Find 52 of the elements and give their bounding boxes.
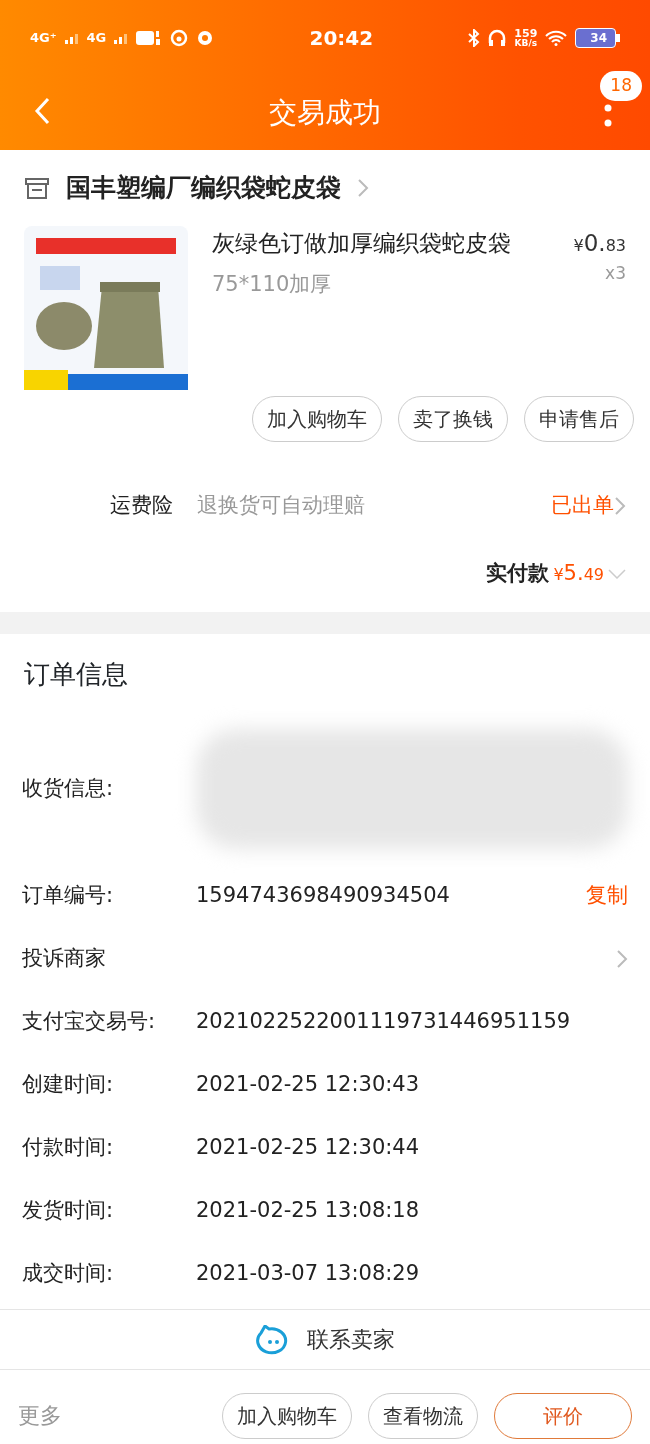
insurance-description: 退换货可自动理赔: [197, 492, 366, 520]
speed-unit: KB/s: [514, 38, 538, 48]
section-title: 订单信息: [24, 657, 128, 691]
paid-label: 实付款: [486, 560, 550, 588]
product-spec: 75*110加厚: [212, 270, 333, 298]
field-label: 支付宝交易号:: [22, 1007, 157, 1035]
field-label: 成交时间:: [22, 1259, 115, 1287]
network-indicator: 4G⁺: [30, 28, 57, 47]
paid-amount: ¥5.49: [553, 560, 604, 588]
battery-tip-icon: [616, 33, 620, 42]
chevron-right-icon[interactable]: [357, 178, 369, 198]
shop-name[interactable]: 国丰塑编厂编织袋蛇皮袋: [66, 169, 341, 207]
field-label: 发货时间:: [22, 1196, 115, 1224]
headphones-icon: [488, 28, 507, 47]
field-value: 2021-02-25 12:30:43: [196, 1070, 421, 1098]
field-label: 收货信息:: [22, 775, 115, 803]
bluetooth-icon: [468, 28, 481, 47]
signal-icon: [114, 31, 129, 44]
hd-icon: [136, 29, 163, 46]
insurance-label: 运费险: [110, 492, 173, 520]
network-indicator: 4G: [86, 28, 107, 47]
chevron-right-icon[interactable]: [614, 496, 626, 516]
field-label[interactable]: 投诉商家: [22, 942, 196, 975]
page-title: 交易成功: [269, 94, 381, 131]
contact-seller-link[interactable]: 联系卖家: [307, 1323, 395, 1356]
field-label: 付款时间:: [22, 1133, 115, 1161]
action-button[interactable]: 申请售后: [524, 396, 634, 442]
product-price: ¥0.83: [573, 229, 626, 258]
chevron-down-icon[interactable]: [608, 569, 626, 579]
signal-icon: [64, 31, 79, 44]
field-value: 2021-02-25 13:08:18: [196, 1196, 421, 1224]
shop-icon: [24, 176, 50, 200]
message-count-badge: 18: [600, 71, 642, 101]
field-label: 订单编号:: [22, 881, 115, 909]
field-value: 2021-02-25 12:30:44: [196, 1133, 421, 1161]
field-value: 1594743698490934504: [196, 881, 451, 909]
field-label: 创建时间:: [22, 1070, 115, 1098]
wifi-icon: [545, 29, 568, 46]
action-button[interactable]: 加入购物车: [252, 396, 382, 442]
battery-level: 34: [575, 27, 616, 48]
chevron-right-icon[interactable]: [616, 948, 628, 969]
product-title[interactable]: 灰绿色订做加厚编织袋蛇皮袋: [212, 226, 550, 261]
speed-value: 159: [514, 27, 538, 39]
clock-time: 20:42: [309, 25, 374, 50]
field-value: 2021022522001119731446951159: [196, 1007, 572, 1035]
action-button[interactable]: 加入购物车: [222, 1392, 352, 1439]
field-value: 2021-03-07 13:08:29: [196, 1259, 421, 1287]
action-button[interactable]: 评价: [494, 1392, 632, 1439]
action-button[interactable]: 卖了换钱: [398, 396, 508, 442]
action-button[interactable]: 查看物流: [368, 1392, 478, 1439]
back-icon[interactable]: [34, 97, 50, 125]
product-quantity: x3: [604, 261, 626, 285]
